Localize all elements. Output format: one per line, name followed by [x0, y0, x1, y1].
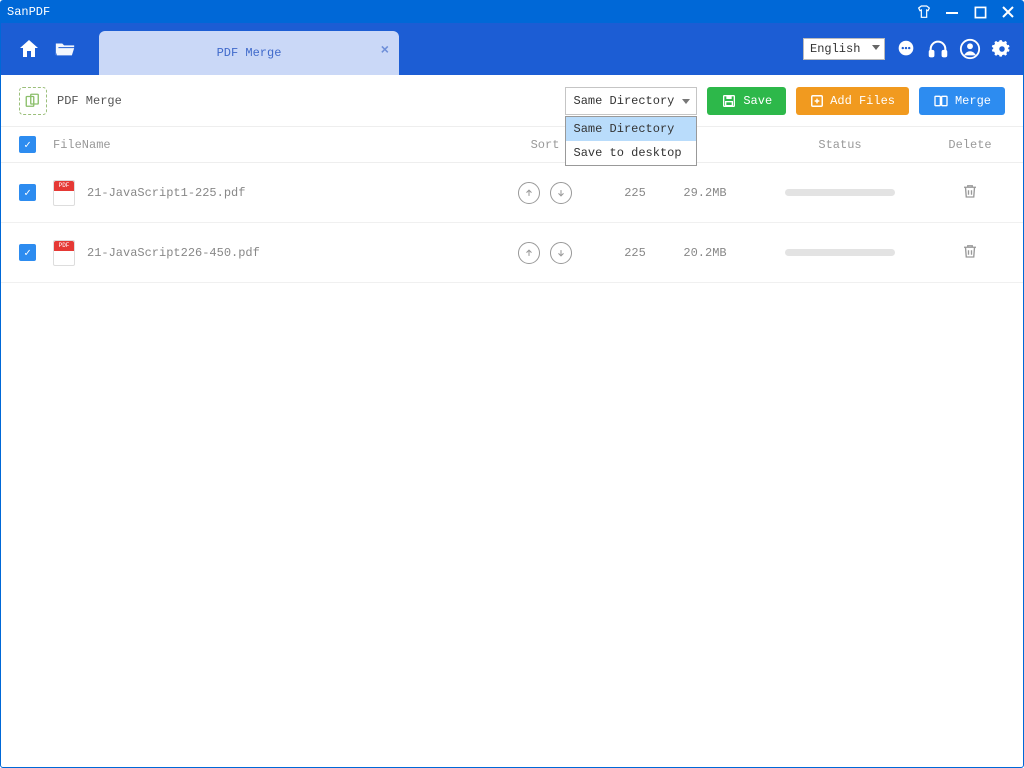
select-all-checkbox[interactable]: ✓	[19, 136, 36, 153]
merge-icon	[933, 93, 949, 109]
language-value: English	[810, 42, 860, 56]
page-heading: PDF Merge	[19, 87, 122, 115]
row-checkbox[interactable]: ✓	[19, 244, 36, 261]
file-size: 29.2MB	[665, 186, 745, 200]
save-icon	[721, 93, 737, 109]
merge-label: Merge	[955, 94, 991, 108]
move-down-button[interactable]	[550, 242, 572, 264]
close-button[interactable]	[999, 3, 1017, 21]
chevron-down-icon	[872, 45, 880, 50]
directory-selected: Same Directory	[574, 94, 675, 108]
add-files-label: Add Files	[830, 94, 895, 108]
move-up-button[interactable]	[518, 242, 540, 264]
progress-bar	[785, 249, 895, 256]
col-status: Status	[745, 138, 935, 152]
row-checkbox[interactable]: ✓	[19, 184, 36, 201]
delete-button[interactable]	[961, 242, 979, 260]
output-directory-select[interactable]: Same Directory Same Directory Save to de…	[565, 87, 698, 115]
main-toolbar: PDF Merge × English	[1, 23, 1023, 75]
maximize-button[interactable]	[971, 3, 989, 21]
directory-dropdown: Same Directory Save to desktop	[565, 116, 697, 166]
file-name: 21-JavaScript1-225.pdf	[87, 186, 245, 200]
progress-bar	[785, 189, 895, 196]
table-header: ✓ FileName Sort Status Delete	[1, 127, 1023, 163]
home-icon[interactable]	[17, 37, 41, 61]
move-down-button[interactable]	[550, 182, 572, 204]
app-title: SanPDF	[7, 5, 915, 19]
window-controls	[915, 3, 1017, 21]
folder-open-icon[interactable]	[53, 37, 77, 61]
save-button[interactable]: Save	[707, 87, 786, 115]
tab-label: PDF Merge	[217, 46, 282, 60]
page-title: PDF Merge	[57, 94, 122, 108]
gear-icon[interactable]	[991, 38, 1013, 60]
delete-button[interactable]	[961, 182, 979, 200]
dropdown-option-same-directory[interactable]: Same Directory	[566, 117, 696, 141]
headphones-icon[interactable]	[927, 38, 949, 60]
tab-pdf-merge[interactable]: PDF Merge ×	[99, 31, 399, 75]
page-count: 225	[605, 246, 665, 260]
dropdown-option-save-to-desktop[interactable]: Save to desktop	[566, 141, 696, 165]
add-icon	[810, 94, 824, 108]
tshirt-icon[interactable]	[915, 3, 933, 21]
titlebar: SanPDF	[1, 1, 1023, 23]
chat-icon[interactable]	[895, 38, 917, 60]
move-up-button[interactable]	[518, 182, 540, 204]
save-label: Save	[743, 94, 772, 108]
add-files-button[interactable]: Add Files	[796, 87, 909, 115]
language-select[interactable]: English	[803, 38, 885, 60]
file-name: 21-JavaScript226-450.pdf	[87, 246, 260, 260]
user-icon[interactable]	[959, 38, 981, 60]
table-row: ✓ 21-JavaScript1-225.pdf 225 29.2MB	[1, 163, 1023, 223]
table-row: ✓ 21-JavaScript226-450.pdf 225 20.2MB	[1, 223, 1023, 283]
minimize-button[interactable]	[943, 3, 961, 21]
col-delete: Delete	[935, 138, 1005, 152]
pdf-file-icon	[53, 180, 75, 206]
merge-button[interactable]: Merge	[919, 87, 1005, 115]
action-bar: PDF Merge Same Directory Same Directory …	[1, 75, 1023, 127]
file-size: 20.2MB	[665, 246, 745, 260]
pdf-merge-icon	[19, 87, 47, 115]
pdf-file-icon	[53, 240, 75, 266]
chevron-down-icon	[682, 99, 690, 104]
page-count: 225	[605, 186, 665, 200]
col-filename: FileName	[53, 138, 485, 152]
tab-close-icon[interactable]: ×	[381, 43, 389, 59]
